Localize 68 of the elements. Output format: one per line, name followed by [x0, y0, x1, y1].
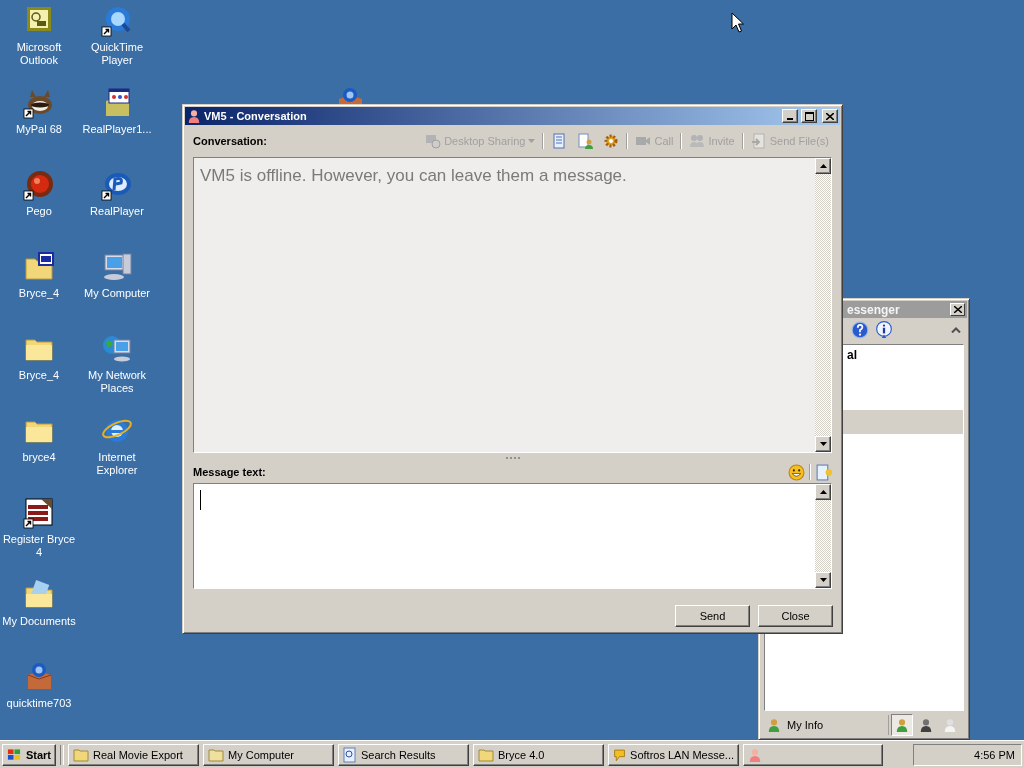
close-icon — [953, 306, 962, 313]
person-icon — [895, 717, 909, 733]
contact-name[interactable]: al — [847, 348, 857, 362]
smiley-icon[interactable] — [788, 463, 805, 481]
scroll-up-button[interactable] — [815, 158, 831, 174]
computer-icon[interactable] — [101, 251, 133, 283]
monitor-icon — [425, 133, 442, 149]
people-icon — [689, 133, 706, 149]
collapse-chevron-icon[interactable] — [951, 327, 961, 333]
taskbar-button[interactable]: My Computer — [203, 743, 334, 766]
taskbar-button[interactable]: Bryce 4.0 — [473, 743, 604, 766]
icon-label: RealPlayer1... — [82, 123, 152, 136]
scroll-down-button[interactable] — [815, 436, 831, 452]
taskbar-button[interactable] — [743, 743, 883, 766]
person-icon — [767, 717, 781, 733]
person-icon — [748, 746, 762, 763]
ring-icon[interactable] — [101, 5, 133, 37]
maximize-button[interactable] — [801, 109, 817, 123]
minimize-button[interactable] — [782, 109, 798, 123]
speech-bubble-icon — [613, 746, 627, 763]
help-icon[interactable] — [851, 321, 869, 339]
section-label: Conversation: — [193, 135, 267, 147]
taskbar-button[interactable]: Real Movie Export — [68, 743, 199, 766]
status-button[interactable] — [891, 714, 913, 736]
arrow-down-icon — [819, 442, 827, 446]
icon-label: Internet Explorer — [95, 451, 139, 477]
section-label: Message text: — [193, 466, 266, 478]
cursor-icon — [731, 12, 744, 33]
icon-label: QuickTime Player — [89, 41, 145, 67]
icon-label: My Documents — [2, 615, 76, 628]
icon-label: Bryce_4 — [18, 287, 60, 300]
arrow-up-icon — [819, 164, 827, 168]
person-icon — [187, 108, 201, 124]
folder-icon[interactable] — [23, 251, 55, 283]
dialog-button[interactable]: Close — [758, 605, 833, 627]
window-title: VM5 - Conversation — [204, 110, 308, 122]
taskbar-button[interactable]: Search Results — [338, 743, 469, 766]
icon-label: Microsoft Outlook — [15, 41, 63, 67]
taskbar-button[interactable]: Softros LAN Messe... — [608, 743, 739, 766]
maximize-icon — [804, 111, 814, 121]
close-button[interactable] — [822, 109, 838, 123]
close-icon — [826, 112, 834, 120]
windows-logo-icon — [7, 747, 22, 762]
search-icon — [343, 746, 357, 763]
icon-label: My Network Places — [86, 369, 148, 395]
icon-label: Bryce_4 — [18, 369, 60, 382]
folder-icon — [208, 747, 224, 762]
icon-label: quicktime703 — [6, 697, 72, 710]
clock: 4:56 PM — [974, 748, 1015, 761]
icon-label: bryce4 — [22, 451, 56, 464]
info-icon[interactable] — [875, 321, 893, 339]
document-icon[interactable] — [23, 497, 55, 529]
start-button[interactable]: Start — [2, 743, 56, 766]
dialog-button[interactable]: Send — [675, 605, 750, 627]
window-title: essenger — [847, 302, 901, 317]
icon-label: MyPal 68 — [16, 123, 62, 136]
icon-label: My Computer — [84, 287, 150, 300]
icon-label: Pego — [26, 205, 52, 218]
folder-icon — [478, 747, 494, 762]
caret-icon — [528, 139, 536, 143]
icon-label: RealPlayer — [90, 205, 144, 218]
person-icon — [943, 717, 957, 733]
conversation-history: VM5 is offline. However, you can leave them a message. — [194, 158, 815, 452]
folder-icon — [73, 747, 89, 762]
close-button[interactable] — [950, 303, 965, 316]
ball-icon[interactable] — [23, 169, 55, 201]
icon-label: Register Bryce 4 — [1, 533, 77, 559]
person-icon — [919, 717, 933, 733]
